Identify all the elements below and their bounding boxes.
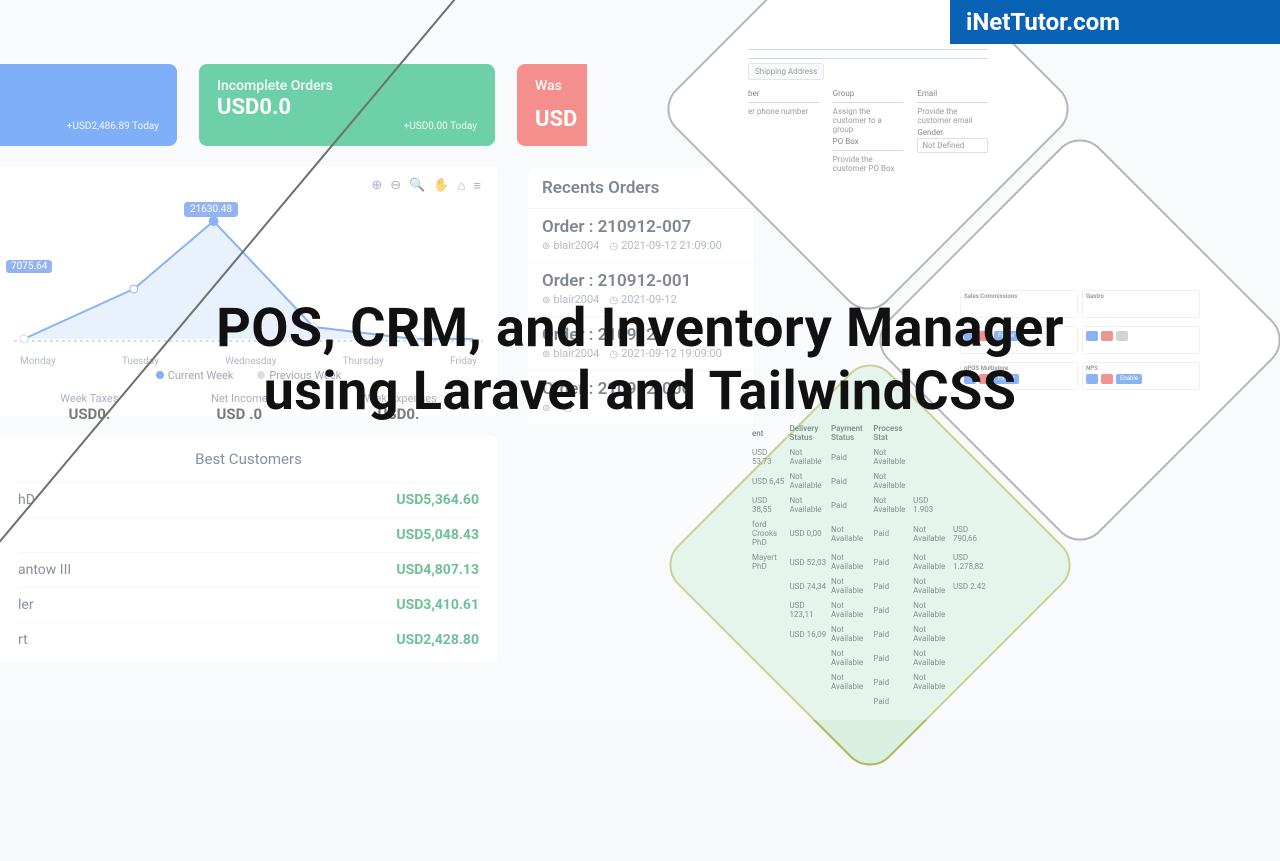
stat-title: Incomplete Orders xyxy=(217,78,477,94)
best-customers: Best Customers hDUSD5,364.60 USD5,048.43… xyxy=(0,436,497,663)
stat-value: USD0.0 xyxy=(217,95,477,120)
order-time: 2021-09-12 21:09:00 xyxy=(609,239,721,252)
order-item[interactable]: Order : 210912-001 blair2004 2021-09-12 xyxy=(528,262,753,316)
stat-value: USD0. xyxy=(360,405,437,423)
stat-card-wasted: Was USD xyxy=(517,64,587,146)
customer-row[interactable]: USD5,048.43 xyxy=(18,517,479,552)
order-time xyxy=(563,401,575,414)
order-user xyxy=(542,401,553,414)
customer-row[interactable]: hDUSD5,364.60 xyxy=(18,482,479,517)
order-user: blair2004 xyxy=(542,347,599,360)
legend-current: Current Week xyxy=(156,369,234,382)
hand-icon[interactable]: ✋ xyxy=(433,178,449,194)
order-item[interactable]: Order : 210912-006 xyxy=(528,370,753,424)
best-customers-title: Best Customers xyxy=(18,450,479,468)
stat-title: Was xyxy=(535,78,569,94)
chart-peak-label: 21630.48 xyxy=(184,202,238,217)
brand-badge: iNetTutor.com xyxy=(950,0,1280,44)
stat-label: Net Income xyxy=(211,392,268,405)
chart-svg xyxy=(14,204,483,354)
order-time: 2021-09-12 xyxy=(609,293,676,306)
order-title: Order : 210912- xyxy=(542,325,739,345)
chart-toolbar: ⊕ ⊖ 🔍 ✋ ⌂ ≡ xyxy=(371,178,481,194)
stat-card-today: +USD2,486.89 Today xyxy=(0,64,177,146)
order-title: Order : 210912-007 xyxy=(542,217,739,237)
stat-card-incomplete: Incomplete Orders USD0.0 +USD0.00 Today xyxy=(199,64,495,146)
plus-icon[interactable]: ⊕ xyxy=(371,178,382,194)
order-time: 2021-09-12 19:09:00 xyxy=(609,347,721,360)
menu-icon[interactable]: ≡ xyxy=(473,178,481,194)
chart-xaxis: Monday Tuesday Wednesday Thursday Friday xyxy=(14,356,483,367)
customer-row[interactable]: rtUSD2,428.80 xyxy=(18,622,479,657)
stat-value: USD xyxy=(535,107,569,132)
order-user: blair2004 xyxy=(542,293,599,306)
home-icon[interactable]: ⌂ xyxy=(458,178,466,194)
chart-panel: ⊕ ⊖ 🔍 ✋ ⌂ ≡ 21630.48 7075.64 Monday Tues… xyxy=(0,166,497,416)
gender-select[interactable]: Not Defined xyxy=(917,138,988,153)
stat-label: Week Taxes xyxy=(60,392,118,405)
order-user: blair2004 xyxy=(542,239,599,252)
stat-value: USD .0 xyxy=(211,405,268,423)
xlabel: Friday xyxy=(450,356,477,367)
xlabel: Monday xyxy=(20,356,56,367)
order-title: Order : 210912-006 xyxy=(542,379,739,399)
chart-left-label: 7075.64 xyxy=(6,260,52,273)
stat-label: Week Expenses xyxy=(360,392,437,405)
tab-shipping[interactable]: Shipping Address xyxy=(748,63,824,80)
order-title: Order : 210912-001 xyxy=(542,271,739,291)
customer-row[interactable]: antow IIIUSD4,807.13 xyxy=(18,552,479,587)
xlabel: Wednesday xyxy=(225,356,276,367)
chart-legend: Current Week Previous Week xyxy=(14,369,483,382)
legend-previous: Previous Week xyxy=(257,369,341,382)
search-icon[interactable]: 🔍 xyxy=(409,178,425,194)
stat-sub: +USD2,486.89 Today xyxy=(18,121,159,132)
order-item[interactable]: Order : 210912- blair2004 2021-09-12 19:0… xyxy=(528,316,753,370)
xlabel: Thursday xyxy=(343,356,384,367)
orders-table: entDelivery StatusPayment StatusProcess … xyxy=(750,421,990,709)
chart-stats: Week Taxes USD0. Net IncomeUSD .0 Week Ex… xyxy=(14,392,483,423)
customer-row[interactable]: lerUSD3,410.61 xyxy=(18,587,479,622)
minus-icon[interactable]: ⊖ xyxy=(390,178,401,194)
stat-cards-row: +USD2,486.89 Today Incomplete Orders USD… xyxy=(0,64,587,146)
